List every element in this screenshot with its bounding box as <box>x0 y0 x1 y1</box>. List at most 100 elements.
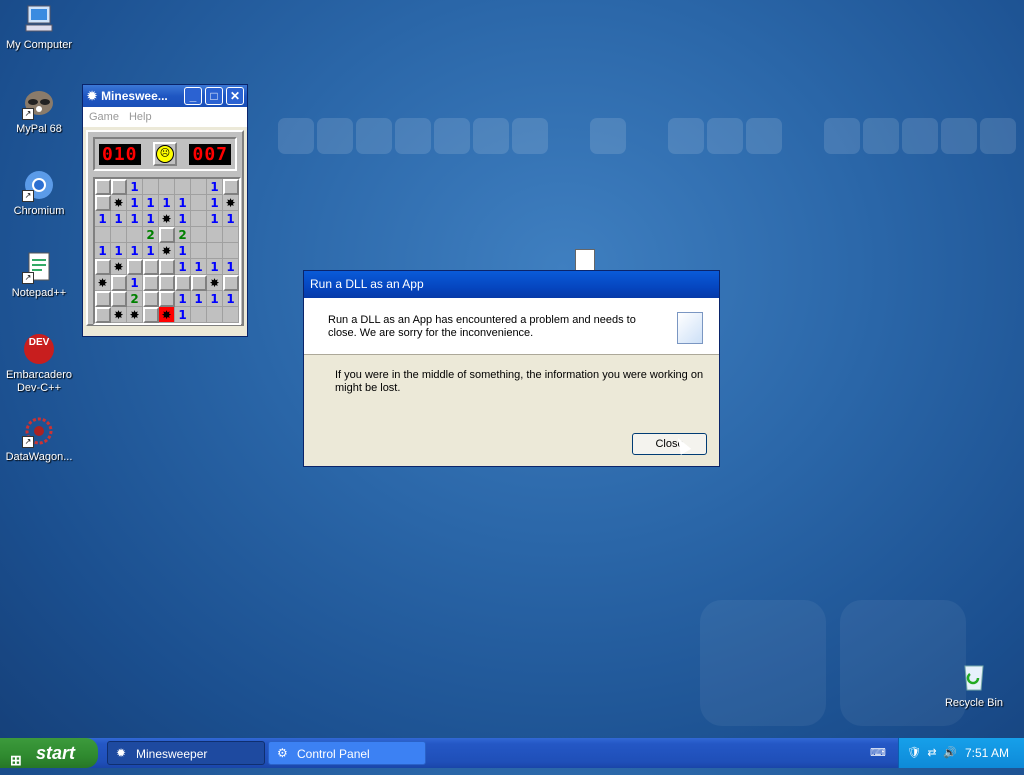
cell-unrevealed[interactable] <box>95 307 111 323</box>
desktop-icon-datawagon[interactable]: ↗ DataWagon... <box>0 414 78 464</box>
cell-number[interactable]: 1 <box>111 243 127 259</box>
cell-number[interactable]: 1 <box>207 291 223 307</box>
cell-unrevealed[interactable] <box>223 275 239 291</box>
cell-number[interactable]: 1 <box>111 211 127 227</box>
cell-number[interactable]: 1 <box>223 291 239 307</box>
cell-number[interactable]: 2 <box>127 291 143 307</box>
cell-number[interactable]: 1 <box>223 211 239 227</box>
network-icon[interactable]: ⇄ <box>925 746 939 760</box>
close-dialog-button[interactable]: Close <box>632 433 707 455</box>
minefield[interactable]: 1 1 ✸ 1 1 1 1 1 ✸ 1 1 1 1 ✸ 1 1 1 2 2 1 1 1 1 ✸ 1 ✸ 1 1 1 1 ✸ 1 ✸ 2 1 1 1 1 ✸ ✸… <box>93 177 241 325</box>
mine-icon[interactable]: ✸ <box>159 243 175 259</box>
cell-empty[interactable] <box>191 227 207 243</box>
volume-icon[interactable]: 🔊 <box>943 746 957 760</box>
mine-icon[interactable]: ✸ <box>207 275 223 291</box>
close-button[interactable]: ✕ <box>226 87 244 105</box>
start-button[interactable]: ⊞ start <box>0 738 98 768</box>
cell-number[interactable]: 1 <box>143 195 159 211</box>
cell-number[interactable]: 1 <box>191 259 207 275</box>
cell-empty[interactable] <box>223 243 239 259</box>
cell-empty[interactable] <box>191 307 207 323</box>
cell-number[interactable]: 1 <box>207 259 223 275</box>
cell-number[interactable]: 1 <box>175 243 191 259</box>
cell-number[interactable]: 1 <box>207 195 223 211</box>
cell-unrevealed[interactable] <box>159 227 175 243</box>
menu-help[interactable]: Help <box>129 111 152 123</box>
cell-number[interactable]: 1 <box>159 195 175 211</box>
cell-empty[interactable] <box>143 179 159 195</box>
cell-number[interactable]: 1 <box>127 195 143 211</box>
cell-number[interactable]: 1 <box>127 243 143 259</box>
mine-icon[interactable]: ✸ <box>159 211 175 227</box>
cell-number[interactable]: 1 <box>175 259 191 275</box>
cell-unrevealed[interactable] <box>143 275 159 291</box>
mine-icon[interactable]: ✸ <box>223 195 239 211</box>
error-dialog[interactable]: Run a DLL as an App Run a DLL as an App … <box>303 270 720 467</box>
cell-empty[interactable] <box>159 179 175 195</box>
cell-number[interactable]: 2 <box>143 227 159 243</box>
keyboard-icon[interactable]: ⌨ <box>870 746 886 760</box>
desktop-icon-notepadpp[interactable]: ↗ Notepad++ <box>0 250 78 300</box>
cell-unrevealed[interactable] <box>223 179 239 195</box>
cell-unrevealed[interactable] <box>191 275 207 291</box>
cell-empty[interactable] <box>191 179 207 195</box>
cell-empty[interactable] <box>207 227 223 243</box>
cell-unrevealed[interactable] <box>111 275 127 291</box>
cell-unrevealed[interactable] <box>111 179 127 195</box>
cell-number[interactable]: 1 <box>207 179 223 195</box>
cell-number[interactable]: 1 <box>127 179 143 195</box>
cell-empty[interactable] <box>175 179 191 195</box>
cell-number[interactable]: 1 <box>207 211 223 227</box>
cell-empty[interactable] <box>223 227 239 243</box>
cell-unrevealed[interactable] <box>159 259 175 275</box>
cell-unrevealed[interactable] <box>95 291 111 307</box>
maximize-button[interactable]: □ <box>205 87 223 105</box>
cell-number[interactable]: 1 <box>191 291 207 307</box>
cell-number[interactable]: 1 <box>127 211 143 227</box>
cell-empty[interactable] <box>207 243 223 259</box>
cell-number[interactable]: 1 <box>175 195 191 211</box>
cell-empty[interactable] <box>223 307 239 323</box>
desktop-icon-devcpp[interactable]: DEV Embarcadero Dev-C++ <box>0 332 78 395</box>
cell-unrevealed[interactable] <box>95 259 111 275</box>
minesweeper-window[interactable]: ✹ Minesweе... _ □ ✕ Game Help 010 ☹ 007 … <box>82 84 248 337</box>
cell-unrevealed[interactable] <box>143 259 159 275</box>
taskbar-button-control-panel[interactable]: ⚙ Control Panel <box>268 741 426 765</box>
cell-number[interactable]: 1 <box>143 211 159 227</box>
cell-unrevealed[interactable] <box>175 275 191 291</box>
mine-icon[interactable]: ✸ <box>95 275 111 291</box>
cell-empty[interactable] <box>191 195 207 211</box>
cell-empty[interactable] <box>95 227 111 243</box>
exploded-mine-icon[interactable]: ✸ <box>159 307 175 323</box>
mine-icon[interactable]: ✸ <box>127 307 143 323</box>
desktop-icon-recycle-bin[interactable]: Recycle Bin <box>935 660 1013 710</box>
cell-number[interactable]: 1 <box>143 243 159 259</box>
mine-icon[interactable]: ✸ <box>111 307 127 323</box>
mine-icon[interactable]: ✸ <box>111 259 127 275</box>
cell-empty[interactable] <box>191 243 207 259</box>
cell-unrevealed[interactable] <box>95 179 111 195</box>
cell-empty[interactable] <box>127 227 143 243</box>
menu-game[interactable]: Game <box>89 111 119 123</box>
cell-unrevealed[interactable] <box>111 291 127 307</box>
taskbar-button-minesweeper[interactable]: ✹ Minesweeper <box>107 741 265 765</box>
cell-unrevealed[interactable] <box>143 291 159 307</box>
cell-unrevealed[interactable] <box>159 275 175 291</box>
desktop-icon-chromium[interactable]: ↗ Chromium <box>0 168 78 218</box>
desktop-icon-mypal[interactable]: ↗ MyPal 68 <box>0 86 78 136</box>
security-shield-icon[interactable]: 🛡 <box>907 746 921 760</box>
cell-empty[interactable] <box>207 307 223 323</box>
cell-unrevealed[interactable] <box>127 259 143 275</box>
minesweeper-titlebar[interactable]: ✹ Minesweе... _ □ ✕ <box>83 85 247 107</box>
cell-number[interactable]: 2 <box>175 227 191 243</box>
cell-unrevealed[interactable] <box>95 195 111 211</box>
cell-empty[interactable] <box>111 227 127 243</box>
cell-empty[interactable] <box>191 211 207 227</box>
minimize-button[interactable]: _ <box>184 87 202 105</box>
cell-unrevealed[interactable] <box>143 307 159 323</box>
cell-unrevealed[interactable] <box>159 291 175 307</box>
cell-number[interactable]: 1 <box>175 291 191 307</box>
mine-icon[interactable]: ✸ <box>111 195 127 211</box>
cell-number[interactable]: 1 <box>223 259 239 275</box>
cell-number[interactable]: 1 <box>95 243 111 259</box>
